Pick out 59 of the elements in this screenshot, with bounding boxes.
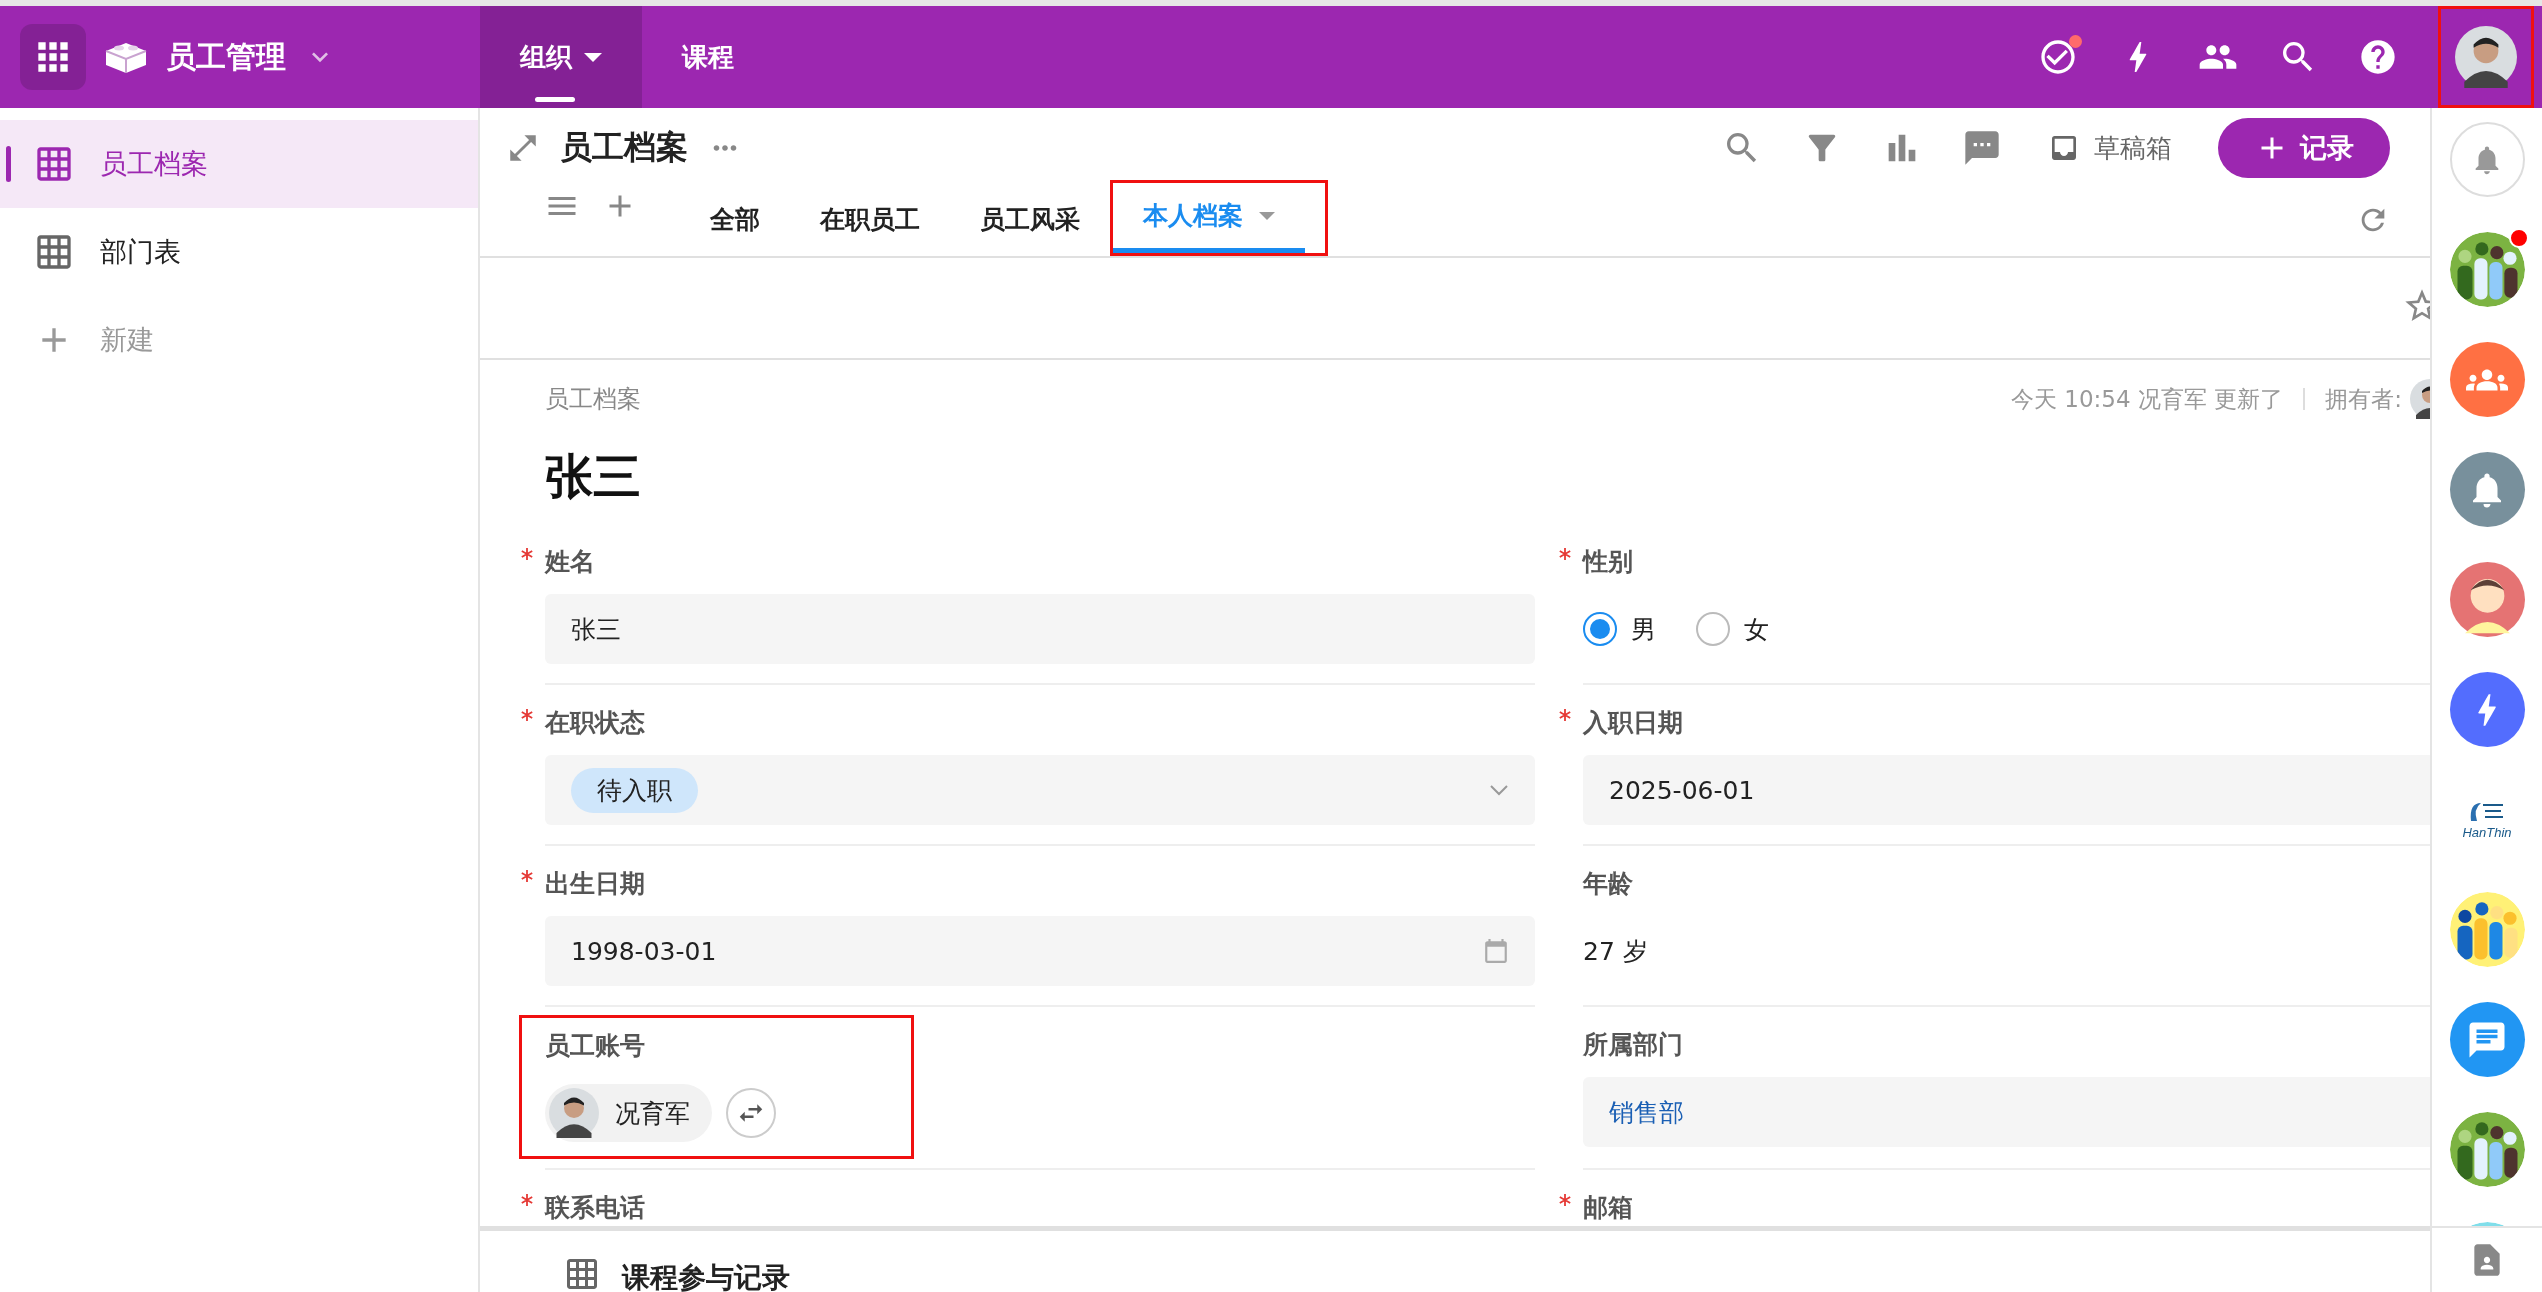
nav-tab[interactable]: 课程 [642, 6, 774, 108]
avatar-image [2455, 26, 2517, 88]
avatar[interactable] [2449, 562, 2525, 637]
input-field[interactable]: 张三 [545, 594, 1535, 664]
radio-button[interactable] [1583, 612, 1617, 646]
field-label: 性别 [1583, 545, 1633, 578]
add-record-button[interactable]: 记录 [2218, 118, 2390, 178]
section-title: 课程参与记录 [622, 1264, 790, 1292]
chevron-down-icon [1489, 784, 1509, 796]
breadcrumb: 员工档案 [545, 384, 641, 415]
calendar-icon [1483, 938, 1509, 964]
field-label: 所属部门 [1583, 1028, 1683, 1061]
sheet-title: 员工档案 [560, 127, 688, 168]
required-icon [1559, 548, 1571, 560]
field-value: 27 岁 [1583, 935, 1649, 968]
radio-label: 女 [1744, 613, 1769, 646]
required-icon [1559, 709, 1571, 721]
view-tab[interactable]: 在职员工 [790, 188, 950, 256]
switch-button[interactable] [726, 1088, 776, 1138]
field-label: 联系电话 [545, 1191, 645, 1224]
select-field[interactable]: 待入职 [545, 755, 1535, 825]
drafts-button[interactable]: 草稿箱 [2042, 129, 2178, 167]
nav-tab[interactable]: 组织 [480, 6, 642, 108]
update-info: 今天 10:54 况育军 更新了 [2011, 384, 2284, 414]
help-icon[interactable] [2358, 37, 2398, 77]
avatar [549, 1088, 599, 1138]
owner-label: 拥有者: [2325, 384, 2402, 414]
sidebar-item[interactable]: 员工档案 [0, 120, 478, 208]
view-tab[interactable]: 全部 [680, 188, 790, 256]
field-label: 员工账号 [545, 1029, 645, 1062]
logo-text: HanThin [2462, 825, 2512, 840]
field-label: 邮箱 [1583, 1191, 1633, 1224]
record-title: 张三 [545, 447, 642, 506]
field-label: 在职状态 [545, 706, 645, 739]
caret-icon [1259, 211, 1275, 220]
table-icon [34, 232, 74, 272]
radio-label: 男 [1631, 613, 1656, 646]
required-icon [1559, 1194, 1571, 1206]
table-icon [564, 1256, 600, 1292]
sidebar-item[interactable]: 部门表 [0, 208, 478, 296]
field-label: 姓名 [545, 545, 595, 578]
radio-button[interactable] [1696, 612, 1730, 646]
user-chip: 况育军 [545, 1084, 712, 1142]
field-label: 年龄 [1583, 867, 1633, 900]
field-label: 入职日期 [1583, 706, 1683, 739]
required-icon [521, 548, 533, 560]
app-title[interactable]: 员工管理 [166, 36, 286, 78]
table-icon [34, 144, 74, 184]
required-icon [521, 1194, 533, 1206]
date-field[interactable]: 1998-03-01 [545, 916, 1535, 986]
user-avatar[interactable] [2455, 26, 2517, 88]
department-link[interactable]: 销售部 [1609, 1095, 1684, 1129]
input-field[interactable]: 2025-06-01 [1583, 755, 2430, 825]
required-icon [521, 709, 533, 721]
view-tab[interactable]: 员工风采 [950, 188, 1110, 256]
status-tag: 待入职 [571, 767, 698, 813]
required-icon [521, 870, 533, 882]
apps-button[interactable] [20, 24, 86, 90]
field-label: 出生日期 [545, 867, 645, 900]
